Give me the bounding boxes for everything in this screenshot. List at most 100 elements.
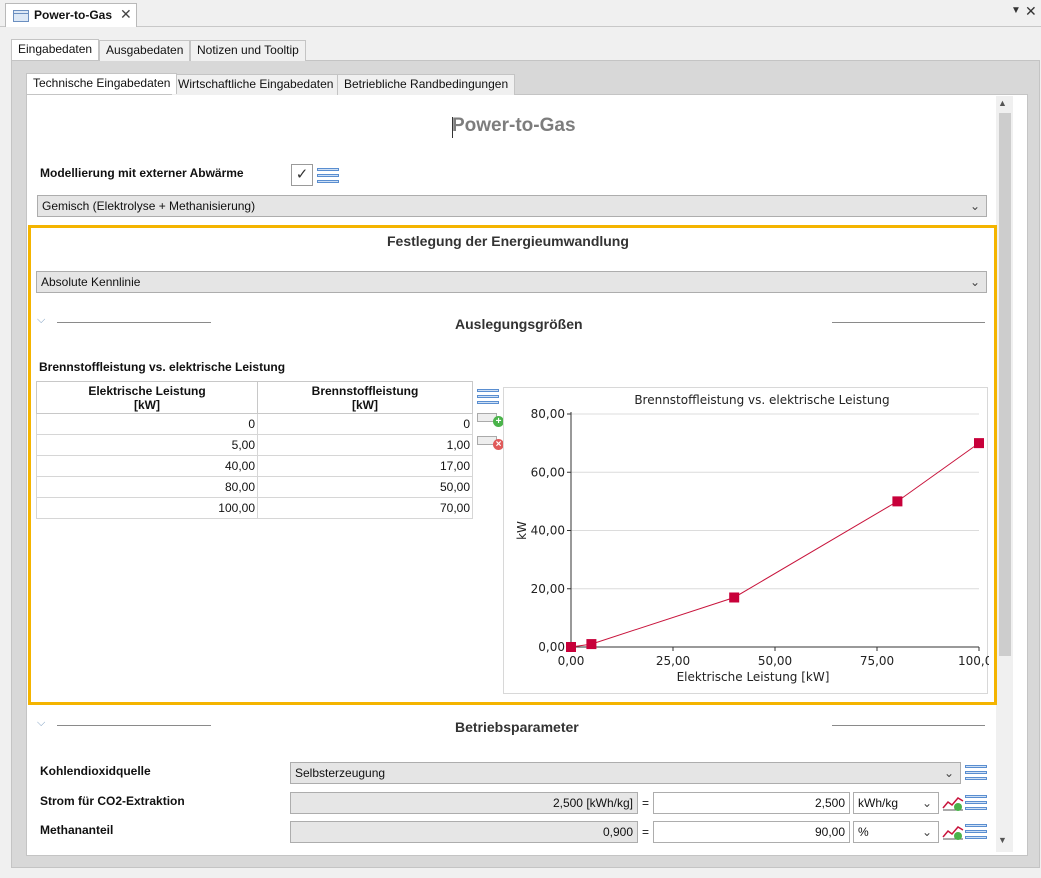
data-point <box>586 639 597 650</box>
process-select[interactable]: Gemisch (Elektrolyse + Methanisierung) ⌄ <box>37 195 987 217</box>
design-size-title: Auslegungsgrößen <box>455 316 583 332</box>
tab-ausgabedaten[interactable]: Ausgabedaten <box>99 40 191 61</box>
methane-share-readonly: 0,900 <box>290 821 638 843</box>
process-select-value: Gemisch (Elektrolyse + Methanisierung) <box>42 199 256 213</box>
method-select-value: Absolute Kennlinie <box>41 275 141 289</box>
tab-wirtschaftliche-eingabedaten[interactable]: Wirtschaftliche Eingabedaten <box>171 74 341 95</box>
chart-title: Brennstoffleistung vs. elektrische Leist… <box>634 393 889 407</box>
co2-power-input[interactable]: 2,500 <box>653 792 850 814</box>
co2-source-value: Selbsterzeugung <box>295 766 386 780</box>
x-tick-label: 50,00 <box>758 654 792 668</box>
scroll-down-icon[interactable]: ▼ <box>998 835 1007 845</box>
list-icon[interactable] <box>477 389 499 405</box>
external-heat-label: Modellierung mit externer Abwärme <box>40 166 244 180</box>
x-tick-label: 0,00 <box>558 654 585 668</box>
chart-panel: Brennstoffleistung vs. elektrische Leist… <box>503 387 989 694</box>
table-row[interactable]: 5,00 1,00 <box>36 434 473 456</box>
tab-notizen[interactable]: Notizen und Tooltip <box>190 40 306 61</box>
tab-eingabedaten[interactable]: Eingabedaten <box>11 39 100 60</box>
methane-unit-select[interactable]: % ⌄ <box>853 821 939 843</box>
editor-tab-title: Power-to-Gas <box>34 8 113 22</box>
y-tick-label: 0,00 <box>538 640 565 654</box>
trend-icon[interactable] <box>942 823 964 841</box>
table-title: Brennstoffleistung vs. elektrische Leist… <box>39 360 286 374</box>
table-row[interactable]: 100,00 70,00 <box>36 497 473 519</box>
list-icon[interactable] <box>965 824 987 840</box>
method-select[interactable]: Absolute Kennlinie ⌄ <box>36 271 987 293</box>
collapse-icon[interactable]: ⌵ <box>37 717 45 730</box>
collapse-icon[interactable]: ⌵ <box>37 314 45 327</box>
y-tick-label: 20,00 <box>531 582 565 596</box>
series-line <box>570 442 980 648</box>
scroll-thumb[interactable] <box>999 113 1011 656</box>
close-view-icon[interactable]: ✕ <box>1025 3 1037 20</box>
tab-betriebliche-randbedingungen[interactable]: Betriebliche Randbedingungen <box>337 74 516 95</box>
line-chart: Brennstoffleistung vs. elektrische Leist… <box>515 393 989 684</box>
methane-unit: % <box>858 825 869 839</box>
table-cell[interactable]: 5,00 <box>36 434 258 456</box>
divider <box>57 322 211 323</box>
power-table: Elektrische Leistung [kW] Brennstoffleist… <box>36 381 473 519</box>
y-axis-label: kW <box>515 521 529 540</box>
page-title: Power-to-Gas <box>452 115 576 136</box>
list-icon[interactable] <box>317 168 339 184</box>
chevron-down-icon: ⌄ <box>969 275 980 289</box>
table-cell[interactable]: 0 <box>36 413 258 435</box>
column-header-electric-power[interactable]: Elektrische Leistung [kW] <box>36 381 258 414</box>
column-header-fuel-power[interactable]: Brennstoffleistung [kW] <box>257 381 473 414</box>
y-tick-label: 60,00 <box>531 465 565 479</box>
view-menu-icon[interactable]: ▼ <box>1011 5 1021 16</box>
table-row[interactable]: 40,00 17,00 <box>36 455 473 477</box>
external-heat-checkbox[interactable]: ✓ <box>291 164 313 186</box>
table-cell[interactable]: 70,00 <box>257 497 473 519</box>
chevron-down-icon: ⌄ <box>921 796 932 810</box>
table-row[interactable]: 80,00 50,00 <box>36 476 473 498</box>
table-row[interactable]: 00 <box>36 413 473 435</box>
x-tick-label: 25,00 <box>656 654 690 668</box>
table-cell[interactable]: 100,00 <box>36 497 258 519</box>
table-cell[interactable]: 0 <box>257 413 473 435</box>
energy-conversion-title: Festlegung der Energieumwandlung <box>387 233 629 249</box>
divider <box>57 725 211 726</box>
chevron-down-icon: ⌄ <box>921 825 932 839</box>
co2-source-label: Kohlendioxidquelle <box>40 764 151 778</box>
co2-power-label: Strom für CO2-Extraktion <box>40 794 185 808</box>
co2-power-unit-select[interactable]: kWh/kg ⌄ <box>853 792 939 814</box>
equals-sign: = <box>642 796 650 810</box>
table-cell[interactable]: 17,00 <box>257 455 473 477</box>
table-cell[interactable]: 40,00 <box>36 455 258 477</box>
co2-source-select[interactable]: Selbsterzeugung ⌄ <box>290 762 961 784</box>
chevron-down-icon: ⌄ <box>943 766 954 780</box>
x-tick-label: 100,00 <box>958 654 989 668</box>
y-tick-label: 40,00 <box>531 524 565 538</box>
trend-icon[interactable] <box>942 794 964 812</box>
data-point <box>892 496 903 507</box>
table-cell[interactable]: 50,00 <box>257 476 473 498</box>
list-icon[interactable] <box>965 795 987 811</box>
chevron-down-icon: ⌄ <box>969 199 980 213</box>
editor-tab-bar <box>0 0 1041 27</box>
add-row-button[interactable]: + <box>477 413 504 427</box>
data-point <box>729 592 740 603</box>
y-tick-label: 80,00 <box>531 407 565 421</box>
editor-tab-power-to-gas[interactable]: Power-to-Gas ✕ <box>5 3 137 27</box>
equals-sign: = <box>642 825 650 839</box>
table-cell[interactable]: 80,00 <box>36 476 258 498</box>
close-icon[interactable]: ✕ <box>120 6 132 23</box>
data-point <box>974 438 984 449</box>
remove-row-button[interactable]: × <box>477 436 504 450</box>
divider <box>832 725 985 726</box>
co2-power-unit: kWh/kg <box>858 796 899 810</box>
x-tick-label: 75,00 <box>860 654 894 668</box>
table-cell[interactable]: 1,00 <box>257 434 473 456</box>
x-axis-label: Elektrische Leistung [kW] <box>677 670 830 684</box>
divider <box>832 322 985 323</box>
list-icon[interactable] <box>965 765 987 781</box>
methane-share-input[interactable]: 90,00 <box>653 821 850 843</box>
methane-share-label: Methananteil <box>40 823 114 837</box>
tab-technische-eingabedaten[interactable]: Technische Eingabedaten <box>26 73 178 94</box>
scroll-up-icon[interactable]: ▲ <box>998 98 1007 108</box>
data-point <box>566 642 576 652</box>
document-icon <box>13 10 29 22</box>
co2-power-readonly: 2,500 [kWh/kg] <box>290 792 638 814</box>
